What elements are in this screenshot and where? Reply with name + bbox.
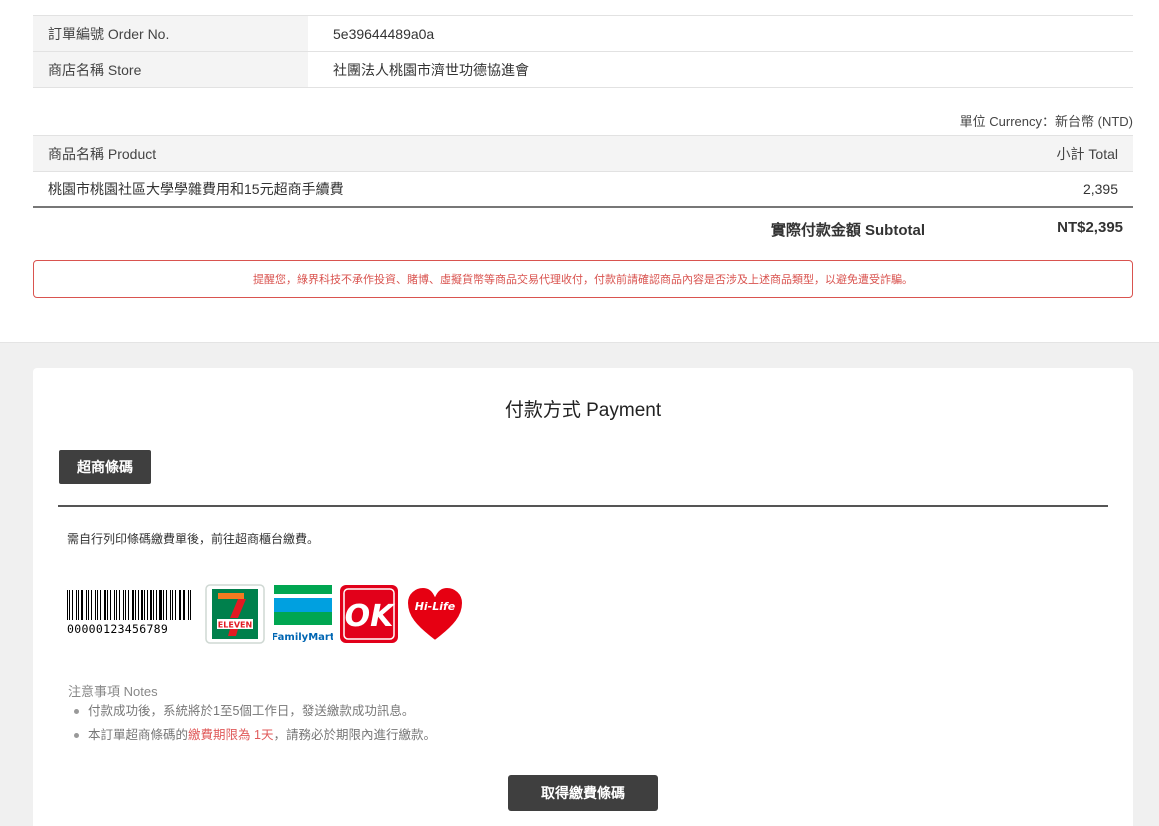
barcode-bar [81,590,84,620]
barcode-bar [187,590,190,620]
barcode-bar [150,590,152,620]
notes-title: 注意事項 Notes [68,684,158,699]
barcode-bar [155,590,157,620]
barcode-bar [69,590,71,620]
subtotal-label: 實際付款金額 Subtotal [770,222,925,239]
subtotal-row: 實際付款金額 Subtotal NT$2,395 [33,219,1133,239]
barcode-bar [125,590,127,620]
barcode-bar [88,590,89,620]
svg-text:FamilyMart: FamilyMart [273,632,333,643]
total-header: 小計 Total [1056,145,1118,162]
familymart-logo: FamilyMart [273,585,333,643]
barcode-bar [180,590,182,620]
store-name-label: 商店名稱 Store [33,52,308,87]
subtotal-value: NT$2,395 [1057,219,1123,236]
svg-text:Hi-Life: Hi-Life [415,600,456,613]
barcode-bar [183,590,185,620]
barcode-bar [119,590,120,620]
list-item: 付款成功後，系統將於1至5個工作日，發送繳款成功訊息。 [74,703,436,727]
barcode-bar [104,590,107,620]
barcode-icon: 00000123456789 [67,590,197,636]
barcode-bar [166,590,167,620]
table-row: 桃園市桃園社區大學學雜費用和15元超商手續費 2,395 [33,172,1133,208]
payment-card: 付款方式 Payment 超商條碼 需自行列印條碼繳費單後，前往超商櫃台繳費。 … [33,368,1133,826]
barcode-bar [72,590,73,620]
barcode-number: 00000123456789 [67,622,169,636]
barcode-bar [131,590,135,620]
barcode-bar [78,590,80,620]
barcode-bar [146,590,148,620]
barcode-bar [75,590,78,620]
barcode-bar [90,590,93,620]
barcode-bar [169,590,171,620]
barcode-bar [171,590,173,620]
barcode-bar [152,590,154,620]
barcode-bar [174,590,176,620]
barcode-bar [135,590,136,620]
product-table: 商品名稱 Product 小計 Total 桃園市桃園社區大學學雜費用和15元超… [33,135,1133,208]
barcode-bar [115,590,118,620]
store-name-row: 商店名稱 Store 社團法人桃園市濟世功德協進會 [33,52,1133,88]
barcode-bar [113,590,115,620]
get-barcode-button[interactable]: 取得繳費條碼 [508,775,658,811]
payment-title: 付款方式 Payment [504,400,662,421]
notes-list: 付款成功後，系統將於1至5個工作日，發送繳款成功訊息。 本訂單超商條碼的繳費期限… [74,703,436,751]
tab-divider [58,505,1108,507]
ok-mart-logo: OK [340,585,398,643]
product-header: 商品名稱 Product [48,145,157,162]
barcode-bars [67,590,193,620]
list-item: 本訂單超商條碼的繳費期限為 1天，請務必於期限內進行繳款。 [74,727,436,751]
barcode-bar [178,590,180,620]
seven-eleven-logo: ELEVEN [205,584,265,644]
product-name: 桃園市桃園社區大學學雜費用和15元超商手續費 [48,181,344,197]
order-number-row: 訂單編號 Order No. 5e39644489a0a [33,16,1133,52]
barcode-bar [95,590,97,620]
tab-convenience-store-barcode[interactable]: 超商條碼 [59,450,151,484]
barcode-bar [137,590,139,620]
barcode-bar [67,590,69,620]
payment-deadline: 繳費期限為 1天 [188,728,274,742]
order-info-table: 訂單編號 Order No. 5e39644489a0a 商店名稱 Store … [33,15,1133,88]
note-1: 付款成功後，系統將於1至5個工作日，發送繳款成功訊息。 [88,704,415,718]
product-total: 2,395 [1082,181,1118,197]
barcode-bar [122,590,125,620]
barcode-bar [97,590,98,620]
fraud-warning-alert: 提醒您，綠界科技不承作投資、賭博、虛擬貨幣等商品交易代理收付，付款前請確認商品內… [33,260,1133,298]
barcode-bar [143,590,145,620]
order-number-label: 訂單編號 Order No. [33,16,308,51]
currency-note: 單位 Currency：新台幣 (NTD) [959,114,1133,129]
barcode-bar [99,590,102,620]
payment-instruction: 需自行列印條碼繳費單後，前往超商櫃台繳費。 [67,532,320,546]
svg-text:ELEVEN: ELEVEN [218,621,252,630]
warning-text: 提醒您，綠界科技不承作投資、賭博、虛擬貨幣等商品交易代理收付，付款前請確認商品內… [253,274,913,286]
store-name-value: 社團法人桃園市濟世功德協進會 [333,61,529,78]
order-number-value: 5e39644489a0a [333,25,435,42]
barcode-bar [141,590,143,620]
note-2-suffix: ，請務必於期限內進行繳款。 [273,728,436,742]
barcode-bar [162,590,165,620]
barcode-bar [128,590,129,620]
barcode-bar [159,590,162,620]
note-2-prefix: 本訂單超商條碼的 [88,728,189,742]
product-table-header: 商品名稱 Product 小計 Total [33,136,1133,172]
barcode-bar [86,590,88,620]
order-summary-panel: 訂單編號 Order No. 5e39644489a0a 商店名稱 Store … [0,0,1159,343]
svg-text:OK: OK [345,599,397,634]
barcode-bar [190,590,191,620]
barcode-bar [107,590,109,620]
barcode-bar [110,590,111,620]
hi-life-logo: Hi-Life [405,585,465,643]
